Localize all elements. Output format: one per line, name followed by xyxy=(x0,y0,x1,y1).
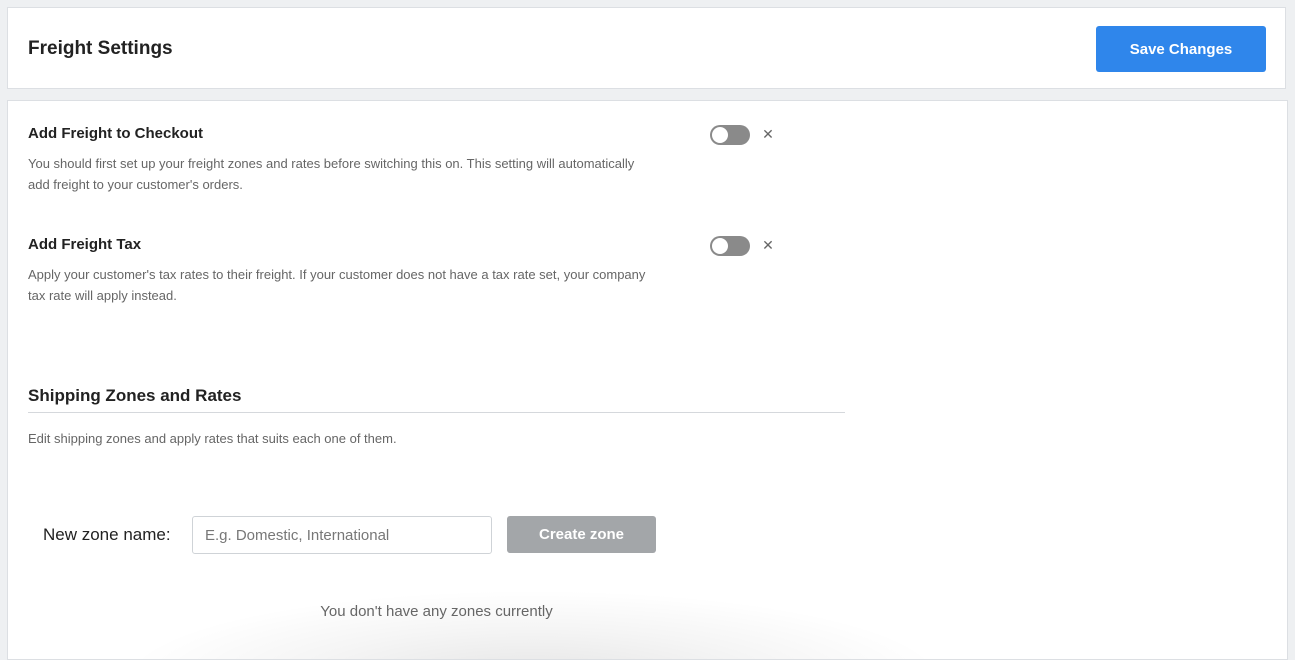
setting-add-freight-to-checkout: Add Freight to Checkout You should first… xyxy=(28,125,828,195)
toggle-knob xyxy=(712,127,728,143)
freight-tax-toggle[interactable] xyxy=(710,236,750,256)
header-bar: Freight Settings Save Changes xyxy=(7,7,1286,89)
shipping-zones-description: Edit shipping zones and apply rates that… xyxy=(28,431,397,446)
zones-list-panel xyxy=(118,589,948,659)
setting-add-freight-tax: Add Freight Tax Apply your customer's ta… xyxy=(28,236,828,306)
setting-description: Apply your customer's tax rates to their… xyxy=(28,267,646,303)
shipping-zones-title: Shipping Zones and Rates xyxy=(28,386,242,405)
create-zone-button[interactable]: Create zone xyxy=(507,516,656,553)
toggle-knob xyxy=(712,238,728,254)
close-icon: ✕ xyxy=(762,237,774,253)
page-title: Freight Settings xyxy=(28,38,173,59)
setting-title: Add Freight Tax xyxy=(28,236,142,253)
new-zone-label: New zone name: xyxy=(43,525,171,544)
save-changes-button[interactable]: Save Changes xyxy=(1096,26,1266,72)
new-zone-name-input[interactable] xyxy=(192,516,492,554)
setting-title: Add Freight to Checkout xyxy=(28,125,203,142)
setting-description: You should first set up your freight zon… xyxy=(28,156,635,192)
empty-zones-message: You don't have any zones currently xyxy=(320,603,553,620)
freight-checkout-toggle[interactable] xyxy=(710,125,750,145)
settings-panel: Add Freight to Checkout You should first… xyxy=(7,100,1288,660)
section-divider xyxy=(28,412,845,413)
close-icon: ✕ xyxy=(762,126,774,142)
